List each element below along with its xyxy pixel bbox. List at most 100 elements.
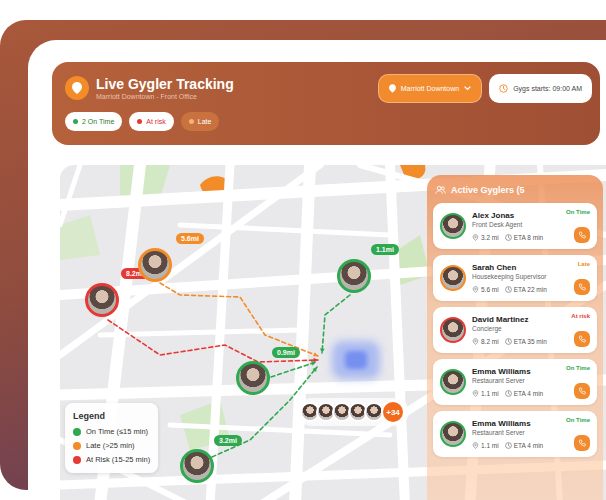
location-pin-icon — [472, 338, 479, 345]
gygler-avatar — [440, 265, 466, 291]
tracking-header: Live Gygler TrackingMarriott Downtown - … — [52, 62, 600, 145]
gygler-meta: 1.1 mi ETA 4 min — [472, 442, 560, 449]
start-time-label: Gygs starts: 09:00 AM — [513, 85, 582, 92]
status-filter-label: Late — [198, 118, 212, 125]
gygler-info: Alex JonasFront Desk Agent3.2 miETA 8 mi… — [472, 211, 560, 240]
gygler-name: Sarah Chen — [472, 263, 568, 273]
gygler-status: Late — [578, 261, 590, 267]
distance-value: 5.6 mi — [481, 286, 499, 293]
location-pin-icon — [472, 286, 479, 293]
phone-icon — [578, 387, 586, 395]
gygler-name: Alex Jonas — [472, 211, 560, 221]
page-subtitle: Marriott Downtown - Front Office — [96, 92, 234, 101]
gygler-info: Emma WilliamsRestaurant Server 1.1 mi ETA … — [472, 367, 560, 396]
gygler-name: Emma Williams — [472, 419, 560, 429]
distance-value: 3.2 mi — [481, 234, 499, 241]
legend-item: Late (>25 min) — [73, 441, 150, 450]
gygler-actions: Late — [574, 261, 590, 295]
users-icon — [435, 185, 446, 195]
gygler-actions: At risk — [571, 313, 590, 347]
eta-value: ETA 35 min — [514, 338, 547, 345]
distance-badge: 3.2mi — [214, 435, 242, 446]
legend-label: Late (>25 min) — [86, 441, 135, 450]
page-background: Live Gygler TrackingMarriott Downtown - … — [0, 20, 606, 490]
status-filter[interactable]: 2 On Time — [65, 112, 122, 131]
gygler-info: David MartinezConcierge8.2 miETA 35 min — [472, 315, 565, 344]
legend-dot — [73, 442, 81, 450]
gygler-map-pin[interactable] — [236, 361, 270, 395]
avatar-group[interactable]: +34 — [298, 398, 409, 426]
gygler-card[interactable]: Emma WilliamsRestaurant Server 1.1 mi ETA … — [433, 411, 597, 457]
gygler-meta: 1.1 mi ETA 4 min — [472, 390, 560, 397]
eta: ETA 4 min — [505, 390, 544, 397]
more-count-badge[interactable]: +34 — [381, 400, 405, 424]
legend-dot — [73, 456, 81, 464]
gygler-map-pin[interactable] — [138, 248, 172, 282]
clock-icon — [505, 286, 512, 293]
clock-icon — [505, 442, 512, 449]
gygler-card[interactable]: Sarah ChenHousekeeping Supervisor5.6 miE… — [433, 255, 597, 301]
gygler-status: At risk — [571, 313, 590, 319]
eta-value: ETA 4 min — [514, 390, 544, 397]
distance-value: 1.1 mi — [481, 390, 499, 397]
active-gyglers-panel: Active Gyglers (5Alex JonasFront Desk Ag… — [427, 175, 603, 500]
gygler-card[interactable]: Emma WilliamsRestaurant Server 1.1 mi ETA … — [433, 359, 597, 405]
gygler-avatar — [440, 421, 466, 447]
distance-badge: 5.6mi — [176, 233, 204, 244]
gygler-map-pin[interactable] — [85, 283, 119, 317]
distance: 1.1 mi — [472, 442, 499, 449]
gygler-name: Emma Williams — [472, 367, 560, 377]
call-button[interactable] — [574, 279, 590, 295]
call-button[interactable] — [574, 435, 590, 451]
gygler-map-pin[interactable] — [337, 259, 371, 293]
header-row: Live Gygler TrackingMarriott Downtown - … — [65, 74, 592, 103]
clock-icon — [505, 234, 512, 241]
eta: ETA 4 min — [505, 442, 544, 449]
gygler-meta: 5.6 miETA 22 min — [472, 286, 568, 293]
gygler-status: On Time — [566, 417, 590, 423]
title-block: Live Gygler TrackingMarriott Downtown - … — [65, 76, 234, 102]
legend-label: At Risk (15-25 min) — [86, 455, 150, 464]
gygler-name: David Martinez — [472, 315, 565, 325]
status-dot — [189, 119, 194, 124]
gygler-avatar — [440, 317, 466, 343]
gygler-map-pin[interactable] — [180, 449, 214, 483]
phone-icon — [578, 335, 586, 343]
status-filter-label: 2 On Time — [82, 118, 114, 125]
gygler-meta: 3.2 mi ETA 8 min — [472, 234, 560, 241]
dashboard-card: Live Gygler TrackingMarriott Downtown - … — [28, 40, 606, 500]
legend-title: Legend — [73, 411, 150, 421]
live-map[interactable]: 8.2mi5.6mi1.1mi0.9mi3.2mi+34LegendOn Tim… — [60, 165, 606, 500]
gygler-role: Restaurant Server — [472, 429, 560, 437]
gygler-card[interactable]: Alex JonasFront Desk Agent3.2 miETA 8 mi… — [433, 203, 597, 249]
call-button[interactable] — [574, 227, 590, 243]
distance-badge: 1.1mi — [371, 244, 399, 255]
location-pin-icon — [65, 76, 89, 100]
gygler-card[interactable]: David MartinezConcierge8.2 miETA 35 min A… — [433, 307, 597, 353]
route-arrow-icon — [313, 352, 318, 356]
gygler-avatar — [440, 213, 466, 239]
gygler-info: Sarah ChenHousekeeping Supervisor5.6 miE… — [472, 263, 568, 292]
gygler-info: Emma WilliamsRestaurant Server 1.1 mi ETA … — [472, 419, 560, 448]
eta: ETA 8 min — [505, 234, 544, 241]
map-legend: Legend On Time (≤15 min) Late (>25 min) At … — [65, 403, 158, 473]
clock-icon — [499, 84, 508, 93]
distance-badge: 0.9mi — [272, 347, 300, 358]
location-pin-icon — [472, 234, 479, 241]
distance: 5.6 mi — [472, 286, 499, 293]
legend-label: On Time (≤15 min) — [86, 427, 148, 436]
route-line — [160, 283, 318, 356]
route-arrow-icon — [311, 361, 316, 366]
location-pin-icon — [389, 84, 396, 93]
call-button[interactable] — [574, 383, 590, 399]
location-dropdown[interactable]: Marriott Downtown — [378, 74, 482, 103]
start-time-button[interactable]: Gygs starts: 09:00 AM — [489, 74, 592, 103]
location-label: Marriott Downtown — [401, 85, 459, 92]
status-filter[interactable]: Late — [181, 112, 220, 131]
gygler-list: Alex JonasFront Desk Agent3.2 miETA 8 mi… — [433, 203, 597, 457]
call-button[interactable] — [574, 331, 590, 347]
route-line — [108, 320, 318, 362]
phone-icon — [578, 439, 586, 447]
gygler-role: Restaurant Server — [472, 377, 560, 385]
status-filter[interactable]: At risk — [129, 112, 173, 131]
